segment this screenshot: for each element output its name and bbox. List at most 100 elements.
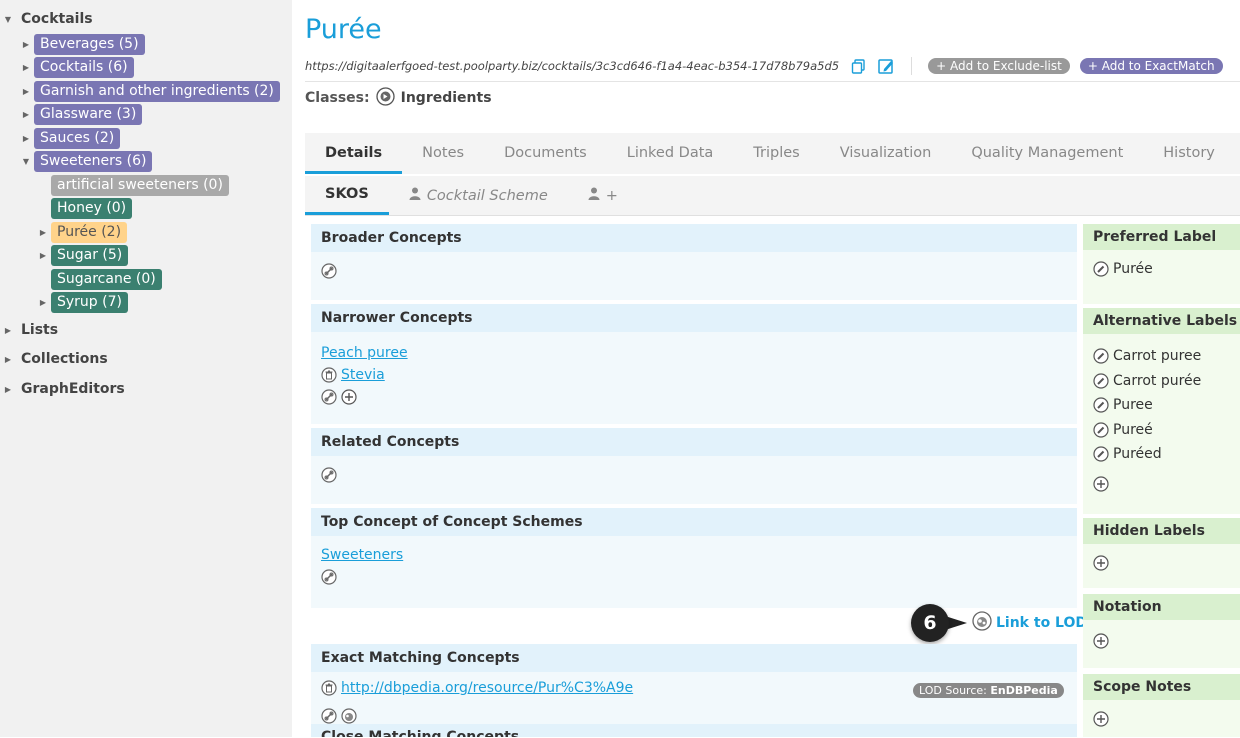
tree-root-lists[interactable]: ▶ Lists — [0, 322, 58, 338]
divider — [911, 57, 913, 75]
panel-title: Broader Concepts — [311, 224, 1077, 252]
edit-icon[interactable] — [1093, 373, 1109, 389]
edit-icon[interactable] — [877, 57, 895, 75]
preferred-label-panel: Preferred Label Purée — [1083, 224, 1240, 304]
tab-history[interactable]: History — [1143, 133, 1235, 174]
close-matching-panel: Close Matching Concepts — [311, 724, 1077, 737]
lod-icon[interactable] — [341, 708, 357, 724]
expand-right-icon[interactable]: ▶ — [35, 228, 51, 237]
sidebar: ▼ Cocktails ▶ Beverages (5) ▶ Cocktails … — [0, 0, 292, 737]
expand-down-icon[interactable]: ▼ — [0, 15, 16, 24]
lod-icon — [972, 611, 992, 635]
detail-tabs: Details Notes Documents Linked Data Trip… — [305, 133, 1240, 174]
tab-linked-data[interactable]: Linked Data — [607, 133, 734, 174]
page-title: Purée — [305, 14, 382, 45]
panel-title: Exact Matching Concepts — [311, 644, 1077, 672]
add-icon[interactable] — [1093, 475, 1109, 492]
edit-icon[interactable] — [1093, 348, 1109, 364]
expand-right-icon[interactable]: ▶ — [0, 385, 16, 394]
tree-item-honey[interactable]: Honey (0) — [51, 197, 133, 219]
panel-title: Preferred Label — [1083, 224, 1240, 250]
tree-item-cocktails[interactable]: ▶ Cocktails (6) — [18, 56, 134, 78]
add-to-exclude-list-button[interactable]: + Add to Exclude-list — [928, 58, 1070, 74]
tab-notes[interactable]: Notes — [402, 133, 484, 174]
tree-root-collections[interactable]: ▶ Collections — [0, 351, 108, 367]
narrower-concepts-panel: Narrower Concepts Peach puree Stevia — [311, 304, 1077, 424]
expand-right-icon[interactable]: ▶ — [18, 63, 34, 72]
tree-item-artificial-sweeteners[interactable]: artificial sweeteners (0) — [51, 174, 229, 196]
uri-row: https://digitaalerfgoed-test.poolparty.b… — [305, 56, 1240, 76]
class-ingredients[interactable]: Ingredients — [401, 90, 492, 106]
narrower-link-stevia[interactable]: Stevia — [341, 367, 385, 383]
link-to-lod-button[interactable]: Link to LOD — [972, 611, 1087, 635]
tree-item-sugar[interactable]: ▶ Sugar (5) — [35, 244, 129, 266]
edit-icon[interactable] — [1093, 261, 1109, 277]
edit-icon[interactable] — [1093, 446, 1109, 462]
top-concept-panel: Top Concept of Concept Schemes Sweetener… — [311, 508, 1077, 608]
add-icon[interactable] — [1093, 711, 1109, 727]
add-icon[interactable] — [1093, 633, 1109, 649]
expand-right-icon[interactable]: ▶ — [18, 40, 34, 49]
top-concept-link-sweeteners[interactable]: Sweeteners — [321, 547, 403, 563]
subtab-skos[interactable]: SKOS — [305, 176, 389, 215]
classes-row: Classes: Ingredients — [305, 86, 492, 110]
add-icon[interactable] — [341, 389, 357, 405]
link-edit-icon[interactable] — [321, 467, 337, 483]
panel-title: Notation — [1083, 594, 1240, 620]
trash-icon[interactable] — [321, 367, 337, 383]
expand-right-icon[interactable]: ▶ — [35, 251, 51, 260]
narrower-link-peach-puree[interactable]: Peach puree — [321, 345, 408, 361]
subtab-add-user[interactable]: + — [568, 176, 638, 215]
copy-icon[interactable] — [849, 57, 867, 75]
divider — [305, 81, 1240, 82]
panel-title: Narrower Concepts — [311, 304, 1077, 332]
tree-item-sweeteners[interactable]: ▼ Sweeteners (6) — [18, 150, 153, 172]
tree-item-sugarcane[interactable]: Sugarcane (0) — [51, 268, 162, 290]
expand-down-icon[interactable]: ▼ — [18, 157, 34, 166]
alternative-labels-panel: Alternative Labels Carrot puree Carrot p… — [1083, 308, 1240, 514]
tab-details[interactable]: Details — [305, 133, 403, 174]
edit-icon[interactable] — [1093, 397, 1109, 413]
lod-source-badge: LOD Source: EnDBPedia — [913, 683, 1064, 698]
panel-title: Alternative Labels — [1083, 308, 1240, 334]
class-icon — [375, 86, 395, 110]
expand-right-icon[interactable]: ▶ — [18, 110, 34, 119]
link-edit-icon[interactable] — [321, 708, 337, 724]
expand-right-icon[interactable]: ▶ — [0, 326, 16, 335]
tree-item-garnish[interactable]: ▶ Garnish and other ingredients (2) — [18, 80, 280, 102]
add-icon[interactable] — [1093, 555, 1109, 571]
edit-icon[interactable] — [1093, 422, 1109, 438]
tree-root-cocktails[interactable]: ▼ Cocktails — [0, 11, 93, 27]
tab-quality-management[interactable]: Quality Management — [951, 133, 1143, 174]
panel-title: Scope Notes — [1083, 674, 1240, 700]
expand-right-icon[interactable]: ▶ — [18, 134, 34, 143]
panel-title: Close Matching Concepts — [311, 724, 1077, 737]
trash-icon[interactable] — [321, 680, 337, 696]
concept-uri[interactable]: https://digitaalerfgoed-test.poolparty.b… — [305, 59, 839, 73]
add-to-exactmatch-button[interactable]: + Add to ExactMatch — [1079, 58, 1223, 74]
tree-item-syrup[interactable]: ▶ Syrup (7) — [35, 291, 128, 313]
panel-title: Top Concept of Concept Schemes — [311, 508, 1077, 536]
tree-item-glassware[interactable]: ▶ Glassware (3) — [18, 103, 143, 125]
exact-match-link[interactable]: http://dbpedia.org/resource/Pur%C3%A9e — [341, 680, 633, 696]
notation-panel: Notation — [1083, 594, 1240, 668]
expand-right-icon[interactable]: ▶ — [18, 87, 34, 96]
link-edit-icon[interactable] — [321, 389, 337, 405]
hidden-labels-panel: Hidden Labels — [1083, 518, 1240, 588]
scope-notes-panel: Scope Notes — [1083, 674, 1240, 737]
tab-triples[interactable]: Triples — [733, 133, 819, 174]
panel-title: Related Concepts — [311, 428, 1077, 456]
tab-visualization[interactable]: Visualization — [820, 133, 952, 174]
tree-root-grapheditors[interactable]: ▶ GraphEditors — [0, 381, 125, 397]
expand-right-icon[interactable]: ▶ — [35, 298, 51, 307]
tree-item-sauces[interactable]: ▶ Sauces (2) — [18, 127, 121, 149]
link-edit-icon[interactable] — [321, 569, 337, 585]
expand-right-icon[interactable]: ▶ — [0, 355, 16, 364]
tree-item-puree[interactable]: ▶ Purée (2) — [35, 221, 128, 243]
panel-title: Hidden Labels — [1083, 518, 1240, 544]
link-edit-icon[interactable] — [321, 263, 337, 279]
tree-item-beverages[interactable]: ▶ Beverages (5) — [18, 33, 145, 55]
tab-documents[interactable]: Documents — [484, 133, 607, 174]
broader-concepts-panel: Broader Concepts — [311, 224, 1077, 300]
subtab-cocktail-scheme[interactable]: Cocktail Scheme — [389, 176, 568, 215]
